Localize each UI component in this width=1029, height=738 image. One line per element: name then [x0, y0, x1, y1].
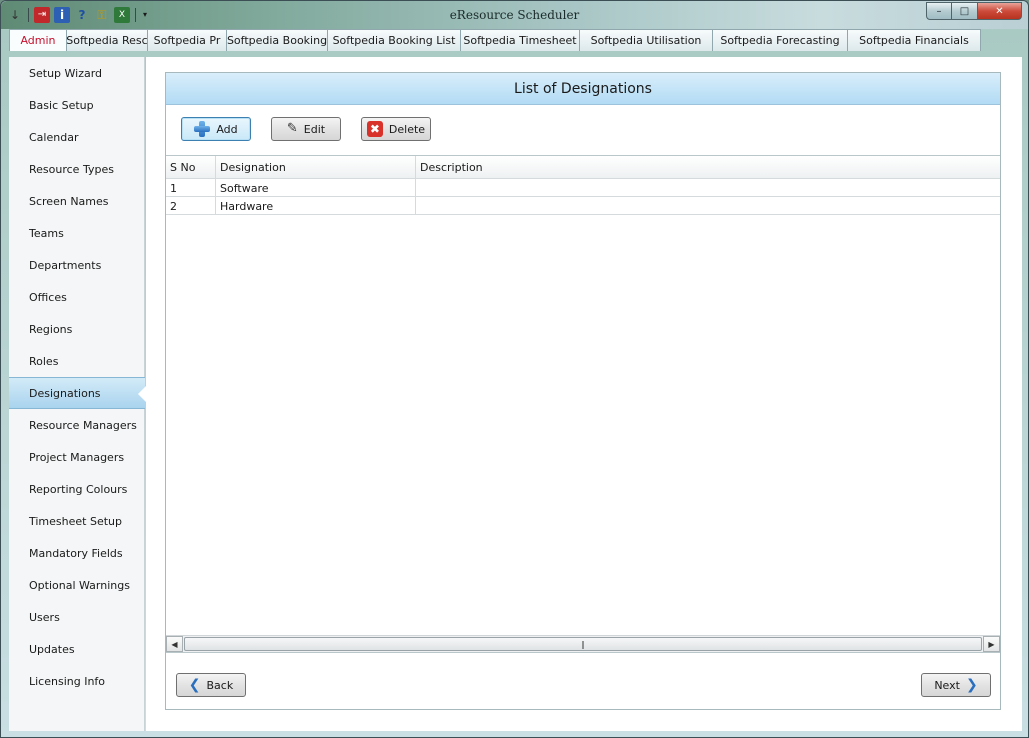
tab-softpedia-resources[interactable]: Softpedia Resc	[66, 29, 148, 51]
minimize-icon[interactable]: –	[926, 2, 952, 20]
tab-softpedia-financials[interactable]: Softpedia Financials	[847, 29, 981, 51]
sidebar-item-basic-setup[interactable]: Basic Setup	[9, 89, 145, 121]
grid-header: S No Designation Description	[166, 156, 1000, 179]
window-controls: – □ ✕	[926, 2, 1022, 20]
delete-button-label: Delete	[388, 122, 426, 136]
sidebar-item-screen-names[interactable]: Screen Names	[9, 185, 145, 217]
panel-title: List of Designations	[166, 73, 1000, 105]
sidebar-item-reporting-colours[interactable]: Reporting Colours	[9, 473, 145, 505]
designations-panel: List of Designations Add ✎ Edit ✖ Delete…	[165, 72, 1001, 710]
cell-sno: 1	[166, 179, 216, 197]
sidebar-item-offices[interactable]: Offices	[9, 281, 145, 313]
cell-sno: 2	[166, 197, 216, 215]
tab-softpedia-utilisation[interactable]: Softpedia Utilisation	[579, 29, 713, 51]
sidebar-item-licensing-info[interactable]: Licensing Info	[9, 665, 145, 697]
sidebar-item-roles[interactable]: Roles	[9, 345, 145, 377]
sidebar-item-users[interactable]: Users	[9, 601, 145, 633]
scroll-left-icon[interactable]: ◀	[166, 636, 183, 652]
tab-softpedia-booking[interactable]: Softpedia Booking	[226, 29, 328, 51]
sidebar-item-teams[interactable]: Teams	[9, 217, 145, 249]
designations-grid: S No Designation Description 1 Software …	[166, 155, 1000, 653]
app-window: ↓ ⇥ i ? ⚿ X ▾ eResource Scheduler – □ ✕ …	[0, 0, 1029, 738]
sidebar-item-calendar[interactable]: Calendar	[9, 121, 145, 153]
sidebar-item-optional-warnings[interactable]: Optional Warnings	[9, 569, 145, 601]
module-tabs: Admin Softpedia Resc Softpedia Pr Softpe…	[9, 29, 1022, 51]
sidebar-item-mandatory-fields[interactable]: Mandatory Fields	[9, 537, 145, 569]
main-content: List of Designations Add ✎ Edit ✖ Delete…	[146, 57, 1022, 731]
sidebar-item-departments[interactable]: Departments	[9, 249, 145, 281]
plus-icon	[194, 121, 211, 137]
admin-sidebar: Setup Wizard Basic Setup Calendar Resour…	[9, 57, 146, 731]
sidebar-item-regions[interactable]: Regions	[9, 313, 145, 345]
back-button[interactable]: ❮ Back	[176, 673, 246, 697]
sidebar-item-setup-wizard[interactable]: Setup Wizard	[9, 57, 145, 89]
next-button[interactable]: Next ❯	[921, 673, 991, 697]
tab-admin[interactable]: Admin	[9, 29, 67, 51]
tab-softpedia-forecasting[interactable]: Softpedia Forecasting	[712, 29, 848, 51]
chevron-right-icon: ❯	[965, 677, 978, 693]
tab-softpedia-projects[interactable]: Softpedia Pr	[147, 29, 227, 51]
close-icon[interactable]: ✕	[978, 2, 1022, 20]
back-button-label: Back	[206, 678, 234, 692]
next-button-label: Next	[934, 678, 960, 692]
sidebar-item-updates[interactable]: Updates	[9, 633, 145, 665]
column-header-designation[interactable]: Designation	[216, 156, 416, 179]
x-icon: ✖	[366, 121, 383, 137]
horizontal-scrollbar[interactable]: ◀ ‖ ▶	[166, 635, 1000, 652]
tab-softpedia-timesheet[interactable]: Softpedia Timesheet	[460, 29, 580, 51]
table-row[interactable]: 1 Software	[166, 179, 1000, 197]
cell-designation: Hardware	[216, 197, 416, 215]
delete-button[interactable]: ✖ Delete	[361, 117, 431, 141]
column-header-description[interactable]: Description	[416, 156, 1000, 179]
cell-description	[416, 179, 1000, 197]
sidebar-item-resource-managers[interactable]: Resource Managers	[9, 409, 145, 441]
maximize-icon[interactable]: □	[952, 2, 978, 20]
tab-softpedia-booking-list[interactable]: Softpedia Booking List	[327, 29, 461, 51]
edit-button[interactable]: ✎ Edit	[271, 117, 341, 141]
sidebar-item-designations[interactable]: Designations	[9, 377, 146, 409]
pencil-icon: ✎	[286, 121, 298, 136]
chevron-left-icon: ❮	[188, 677, 201, 693]
sidebar-item-resource-types[interactable]: Resource Types	[9, 153, 145, 185]
window-title: eResource Scheduler	[449, 8, 580, 22]
table-row[interactable]: 2 Hardware	[166, 197, 1000, 215]
sidebar-item-timesheet-setup[interactable]: Timesheet Setup	[9, 505, 145, 537]
scroll-right-icon[interactable]: ▶	[983, 636, 1000, 652]
cell-description	[416, 197, 1000, 215]
edit-button-label: Edit	[303, 122, 326, 136]
title-bar: ↓ ⇥ i ? ⚿ X ▾ eResource Scheduler – □ ✕	[1, 1, 1028, 29]
scrollbar-thumb[interactable]: ‖	[184, 637, 982, 651]
add-button[interactable]: Add	[181, 117, 251, 141]
add-button-label: Add	[216, 122, 238, 136]
sidebar-item-project-managers[interactable]: Project Managers	[9, 441, 145, 473]
cell-designation: Software	[216, 179, 416, 197]
column-header-sno[interactable]: S No	[166, 156, 216, 179]
